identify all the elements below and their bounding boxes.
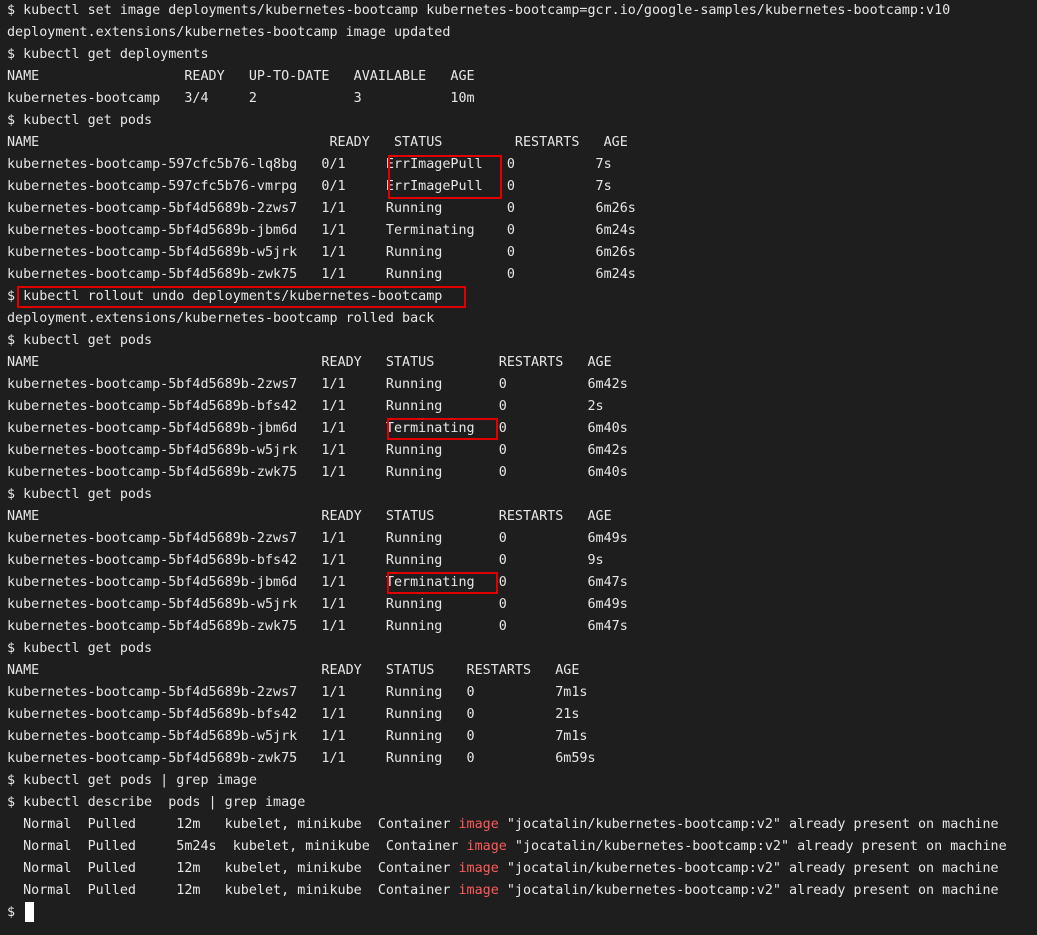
command-line: $ kubectl get pods: [7, 113, 153, 128]
output-line: kubernetes-bootcamp-5bf4d5689b-2zws7 1/1…: [7, 377, 628, 392]
output-line: kubernetes-bootcamp-5bf4d5689b-2zws7 1/1…: [7, 531, 628, 546]
terminal-output: $ kubectl set image deployments/kubernet…: [0, 0, 1037, 814]
grep-match: image: [458, 817, 499, 832]
event-line: Normal Pulled 5m24s kubelet, minikube Co…: [0, 836, 1037, 858]
output-line: kubernetes-bootcamp-5bf4d5689b-w5jrk 1/1…: [7, 245, 636, 260]
output-line: kubernetes-bootcamp-5bf4d5689b-zwk75 1/1…: [7, 751, 596, 766]
prompt-symbol: $: [7, 905, 24, 920]
output-line: kubernetes-bootcamp-5bf4d5689b-2zws7 1/1…: [7, 685, 588, 700]
output-line: NAME READY STATUS RESTARTS AGE: [7, 355, 612, 370]
output-line: kubernetes-bootcamp-5bf4d5689b-bfs42 1/1…: [7, 553, 604, 568]
output-line: kubernetes-bootcamp-5bf4d5689b-w5jrk 1/1…: [7, 729, 588, 744]
command-line: $ kubectl get pods: [7, 641, 153, 656]
prompt-line[interactable]: $: [0, 902, 1037, 924]
output-line: NAME READY STATUS RESTARTS AGE: [7, 509, 612, 524]
output-line: kubernetes-bootcamp-5bf4d5689b-zwk75 1/1…: [7, 267, 636, 282]
event-text: "jocatalin/kubernetes-bootcamp:v2" alrea…: [506, 839, 1007, 854]
event-text: "jocatalin/kubernetes-bootcamp:v2" alrea…: [498, 883, 999, 898]
event-text: Normal Pulled 12m kubelet, minikube Cont…: [7, 861, 459, 876]
command-line: $ kubectl get pods: [7, 333, 153, 348]
event-text: Normal Pulled 12m kubelet, minikube Cont…: [7, 817, 459, 832]
command-line: $ kubectl get deployments: [7, 47, 209, 62]
output-line: kubernetes-bootcamp-597cfc5b76-vmrpg 0/1…: [7, 179, 612, 194]
output-line: kubernetes-bootcamp-5bf4d5689b-jbm6d 1/1…: [7, 575, 628, 590]
terminal-window[interactable]: $ kubectl set image deployments/kubernet…: [0, 0, 1037, 935]
output-line: deployment.extensions/kubernetes-bootcam…: [7, 25, 451, 40]
output-line: kubernetes-bootcamp-5bf4d5689b-jbm6d 1/1…: [7, 223, 636, 238]
output-line: kubernetes-bootcamp-5bf4d5689b-2zws7 1/1…: [7, 201, 636, 216]
output-line: NAME READY STATUS RESTARTS AGE: [7, 135, 628, 150]
event-text: Normal Pulled 12m kubelet, minikube Cont…: [7, 883, 459, 898]
command-line: $ kubectl get pods: [7, 487, 153, 502]
output-line: kubernetes-bootcamp-597cfc5b76-lq8bg 0/1…: [7, 157, 612, 172]
event-line: Normal Pulled 12m kubelet, minikube Cont…: [0, 880, 1037, 902]
event-text: "jocatalin/kubernetes-bootcamp:v2" alrea…: [498, 861, 999, 876]
output-line: kubernetes-bootcamp 3/4 2 3 10m: [7, 91, 475, 106]
output-line: kubernetes-bootcamp-5bf4d5689b-w5jrk 1/1…: [7, 597, 628, 612]
output-line: kubernetes-bootcamp-5bf4d5689b-zwk75 1/1…: [7, 465, 628, 480]
output-line: kubernetes-bootcamp-5bf4d5689b-jbm6d 1/1…: [7, 421, 628, 436]
output-line: NAME READY UP-TO-DATE AVAILABLE AGE: [7, 69, 475, 84]
event-line: Normal Pulled 12m kubelet, minikube Cont…: [0, 858, 1037, 880]
output-line: kubernetes-bootcamp-5bf4d5689b-bfs42 1/1…: [7, 707, 580, 722]
text-cursor: [25, 902, 35, 922]
command-line: $ kubectl rollout undo deployments/kuber…: [7, 289, 443, 304]
command-line: $ kubectl describe pods | grep image: [7, 795, 306, 810]
output-line: deployment.extensions/kubernetes-bootcam…: [7, 311, 435, 326]
output-line: kubernetes-bootcamp-5bf4d5689b-bfs42 1/1…: [7, 399, 604, 414]
grep-match: image: [466, 839, 507, 854]
grep-image-output: Normal Pulled 12m kubelet, minikube Cont…: [0, 814, 1037, 902]
grep-match: image: [458, 883, 499, 898]
event-text: Normal Pulled 5m24s kubelet, minikube Co…: [7, 839, 467, 854]
command-line: $ kubectl set image deployments/kubernet…: [7, 3, 951, 18]
output-line: kubernetes-bootcamp-5bf4d5689b-w5jrk 1/1…: [7, 443, 628, 458]
command-line: $ kubectl get pods | grep image: [7, 773, 257, 788]
output-line: kubernetes-bootcamp-5bf4d5689b-zwk75 1/1…: [7, 619, 628, 634]
output-line: NAME READY STATUS RESTARTS AGE: [7, 663, 580, 678]
event-line: Normal Pulled 12m kubelet, minikube Cont…: [0, 814, 1037, 836]
event-text: "jocatalin/kubernetes-bootcamp:v2" alrea…: [498, 817, 999, 832]
grep-match: image: [458, 861, 499, 876]
